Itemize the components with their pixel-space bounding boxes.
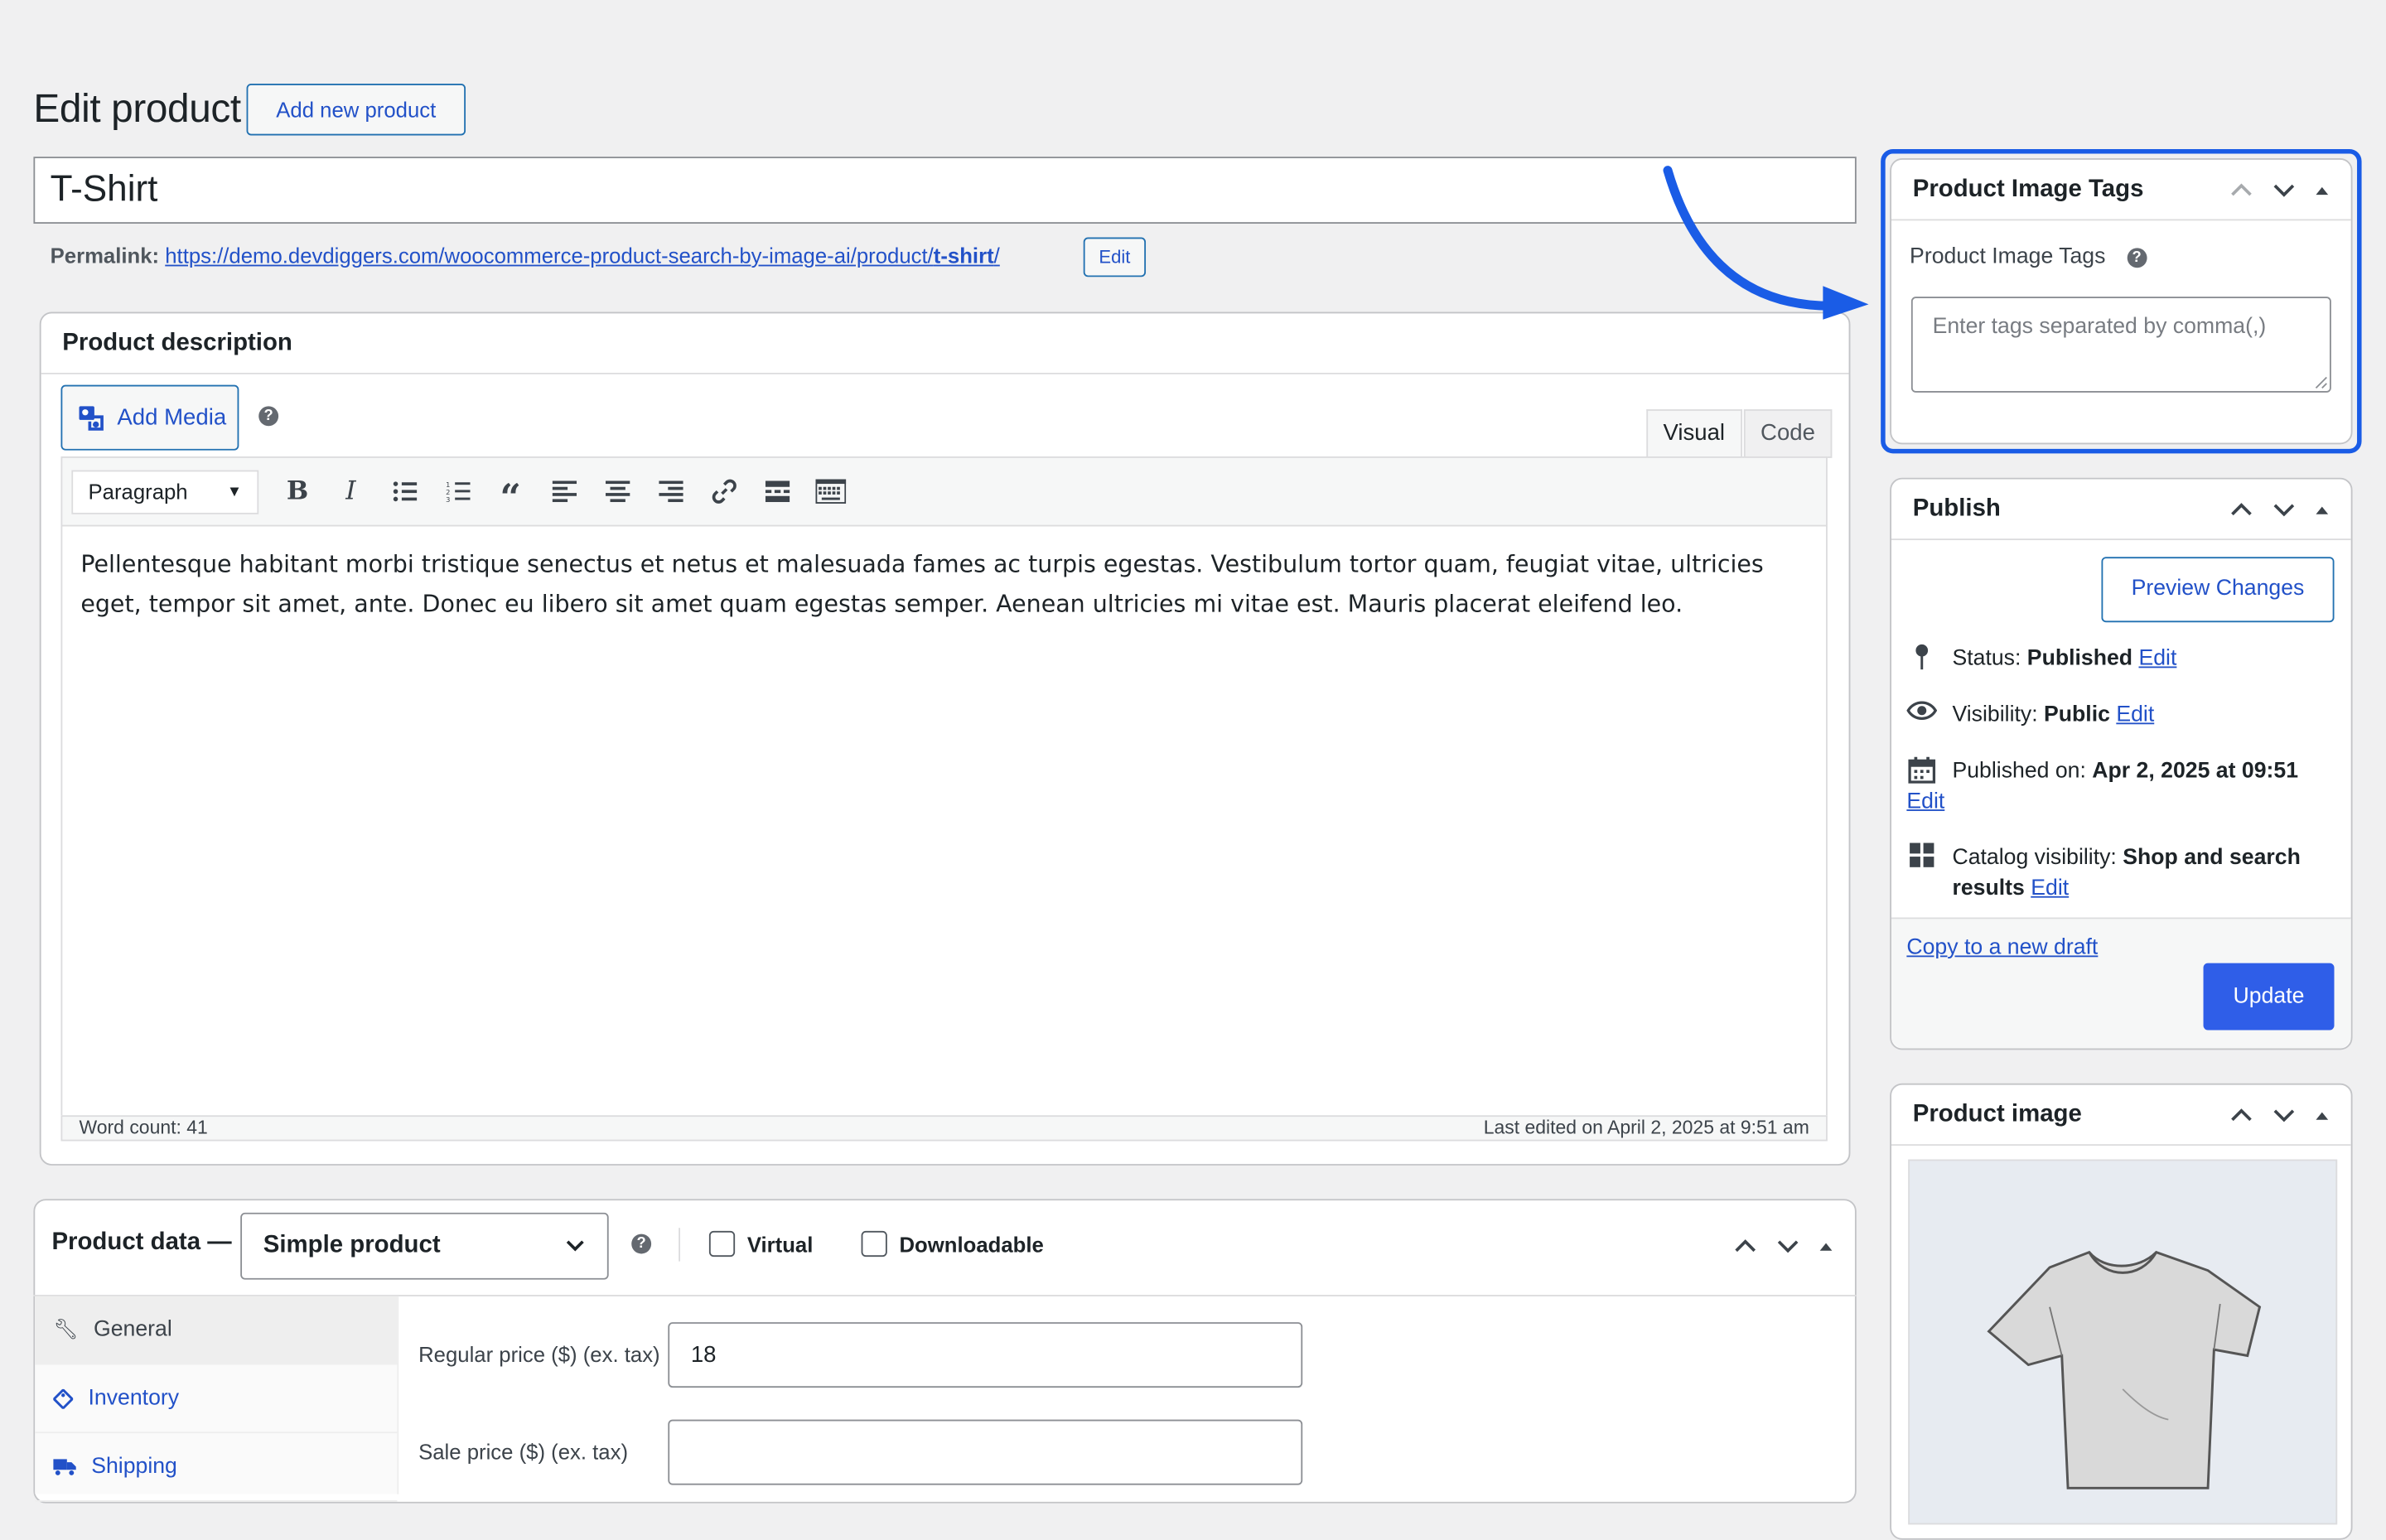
chevron-up-icon[interactable]: [1733, 1234, 1757, 1258]
sale-price-label: Sale price ($) (ex. tax): [418, 1439, 629, 1464]
page-title: Edit product: [33, 84, 241, 131]
virtual-checkbox-row[interactable]: Virtual: [708, 1230, 814, 1258]
status-value: Published: [2026, 646, 2133, 671]
align-right-icon[interactable]: [644, 469, 697, 514]
pin-icon: [1906, 644, 1937, 674]
product-data-label: Product data —: [51, 1229, 232, 1256]
add-media-button[interactable]: Add Media: [60, 384, 239, 451]
permalink-link[interactable]: https://demo.devdiggers.com/woocommerce-…: [165, 244, 1000, 268]
italic-icon[interactable]: I: [324, 469, 377, 514]
published-label: Published on:: [1952, 759, 2086, 784]
truck-icon: [53, 1459, 76, 1475]
downloadable-checkbox-row[interactable]: Downloadable: [861, 1230, 1044, 1258]
blockquote-icon[interactable]: “: [484, 469, 537, 515]
permalink-label: Permalink:: [50, 243, 160, 268]
published-on-row: Published on: Apr 2, 2025 at 09:51: [1906, 756, 2332, 787]
sale-price-input[interactable]: [668, 1419, 1303, 1485]
virtual-label: Virtual: [746, 1231, 814, 1257]
virtual-checkbox[interactable]: [708, 1230, 736, 1258]
svg-text:3: 3: [445, 495, 449, 502]
link-icon[interactable]: [697, 469, 750, 514]
product-type-select[interactable]: Simple product: [240, 1212, 609, 1280]
last-edited: Last edited on April 2, 2025 at 9:51 am: [1483, 1117, 1809, 1138]
tab-visual[interactable]: Visual: [1646, 409, 1742, 458]
visibility-value: Public: [2044, 702, 2110, 727]
tab-inventory-label: Inventory: [88, 1386, 180, 1411]
tab-inventory[interactable]: Inventory: [35, 1365, 398, 1434]
format-select-value: Paragraph: [88, 479, 188, 504]
status-label: Status:: [1952, 646, 2021, 671]
add-new-product-button[interactable]: Add new product: [246, 84, 466, 136]
product-image-thumbnail[interactable]: [1908, 1159, 2338, 1525]
visibility-row: Visibility: Public Edit: [1906, 700, 2154, 731]
product-data-controls: [1733, 1234, 1833, 1258]
description-editor[interactable]: Pellentesque habitant morbi tristique se…: [60, 526, 1828, 1116]
tab-general-label: General: [93, 1317, 172, 1342]
chevron-up-icon[interactable]: [2229, 497, 2253, 521]
format-select[interactable]: Paragraph ▼: [71, 469, 259, 514]
annotation-arrow-icon: [1663, 166, 1869, 320]
tab-general[interactable]: 🔧︎ General: [35, 1296, 398, 1365]
product-data-help-icon[interactable]: ?: [631, 1233, 652, 1254]
published-edit-link[interactable]: Edit: [1906, 789, 1944, 813]
product-data-tabs: 🔧︎ General Inventory Shipping: [35, 1296, 399, 1502]
wrench-icon: 🔧︎: [53, 1317, 79, 1341]
regular-price-input[interactable]: 18: [668, 1322, 1303, 1388]
numbered-list-icon[interactable]: 123: [431, 469, 484, 514]
preview-changes-button[interactable]: Preview Changes: [2101, 557, 2335, 623]
chevron-down-icon: [566, 1240, 584, 1252]
permalink: Permalink: https://demo.devdiggers.com/w…: [51, 244, 1000, 268]
tab-code[interactable]: Code: [1743, 409, 1833, 458]
align-center-icon[interactable]: [591, 469, 644, 514]
eye-icon: [1906, 700, 1938, 731]
tshirt-image: [1987, 1250, 2262, 1489]
help-icon[interactable]: ?: [258, 406, 279, 427]
chevron-up-icon[interactable]: [2229, 1103, 2253, 1127]
chevron-down-icon[interactable]: [2272, 1103, 2296, 1127]
add-media-label: Add Media: [117, 404, 227, 431]
tab-shipping-label: Shipping: [91, 1454, 177, 1480]
read-more-icon[interactable]: [750, 469, 803, 514]
product-title-input[interactable]: T-Shirt: [33, 157, 1857, 224]
catalog-visibility-row: Catalog visibility: Shop and search resu…: [1906, 842, 2335, 904]
bold-icon[interactable]: B: [271, 469, 324, 514]
chevron-down-icon[interactable]: [1775, 1234, 1799, 1258]
media-icon: [79, 405, 104, 430]
product-image-heading: Product image: [1912, 1100, 2082, 1127]
calendar-icon: [1906, 756, 1937, 787]
visibility-label: Visibility:: [1952, 702, 2038, 727]
editor-toolbar: Paragraph ▼ B I 123 “: [60, 456, 1828, 527]
catalog-label: Catalog visibility:: [1952, 846, 2117, 871]
catalog-edit-link[interactable]: Edit: [2031, 876, 2069, 900]
collapse-triangle-icon[interactable]: [2315, 501, 2330, 516]
collapse-triangle-icon[interactable]: [2315, 1107, 2330, 1122]
align-left-icon[interactable]: [537, 469, 590, 514]
collapse-triangle-icon[interactable]: [1818, 1238, 1833, 1253]
toolbar-toggle-icon[interactable]: [804, 469, 857, 514]
visibility-edit-link[interactable]: Edit: [2116, 703, 2154, 727]
highlight-box: [1881, 148, 2362, 454]
tab-shipping[interactable]: Shipping: [35, 1433, 398, 1502]
product-description-heading: Product description: [62, 329, 292, 355]
update-button[interactable]: Update: [2203, 963, 2335, 1031]
downloadable-label: Downloadable: [899, 1231, 1044, 1257]
bullet-list-icon[interactable]: [378, 469, 431, 514]
status-edit-link[interactable]: Edit: [2138, 647, 2176, 671]
chevron-down-icon[interactable]: [2272, 497, 2296, 521]
published-value: Apr 2, 2025 at 09:51: [2092, 759, 2299, 784]
tag-icon: [53, 1388, 74, 1408]
copy-to-draft-link[interactable]: Copy to a new draft: [1906, 936, 2098, 960]
product-type-value: Simple product: [263, 1232, 441, 1258]
permalink-edit-button[interactable]: Edit: [1083, 237, 1147, 278]
divider: [679, 1228, 681, 1262]
status-row: Status: Published Edit: [1906, 644, 2176, 674]
word-count: Word count: 41: [79, 1117, 208, 1138]
caret-down-icon: ▼: [226, 483, 243, 500]
editor-status-bar: Word count: 41 Last edited on April 2, 2…: [60, 1115, 1828, 1142]
regular-price-label: Regular price ($) (ex. tax): [418, 1341, 660, 1367]
grid-icon: [1906, 842, 1937, 904]
downloadable-checkbox[interactable]: [861, 1230, 887, 1258]
publish-heading: Publish: [1912, 495, 2001, 522]
